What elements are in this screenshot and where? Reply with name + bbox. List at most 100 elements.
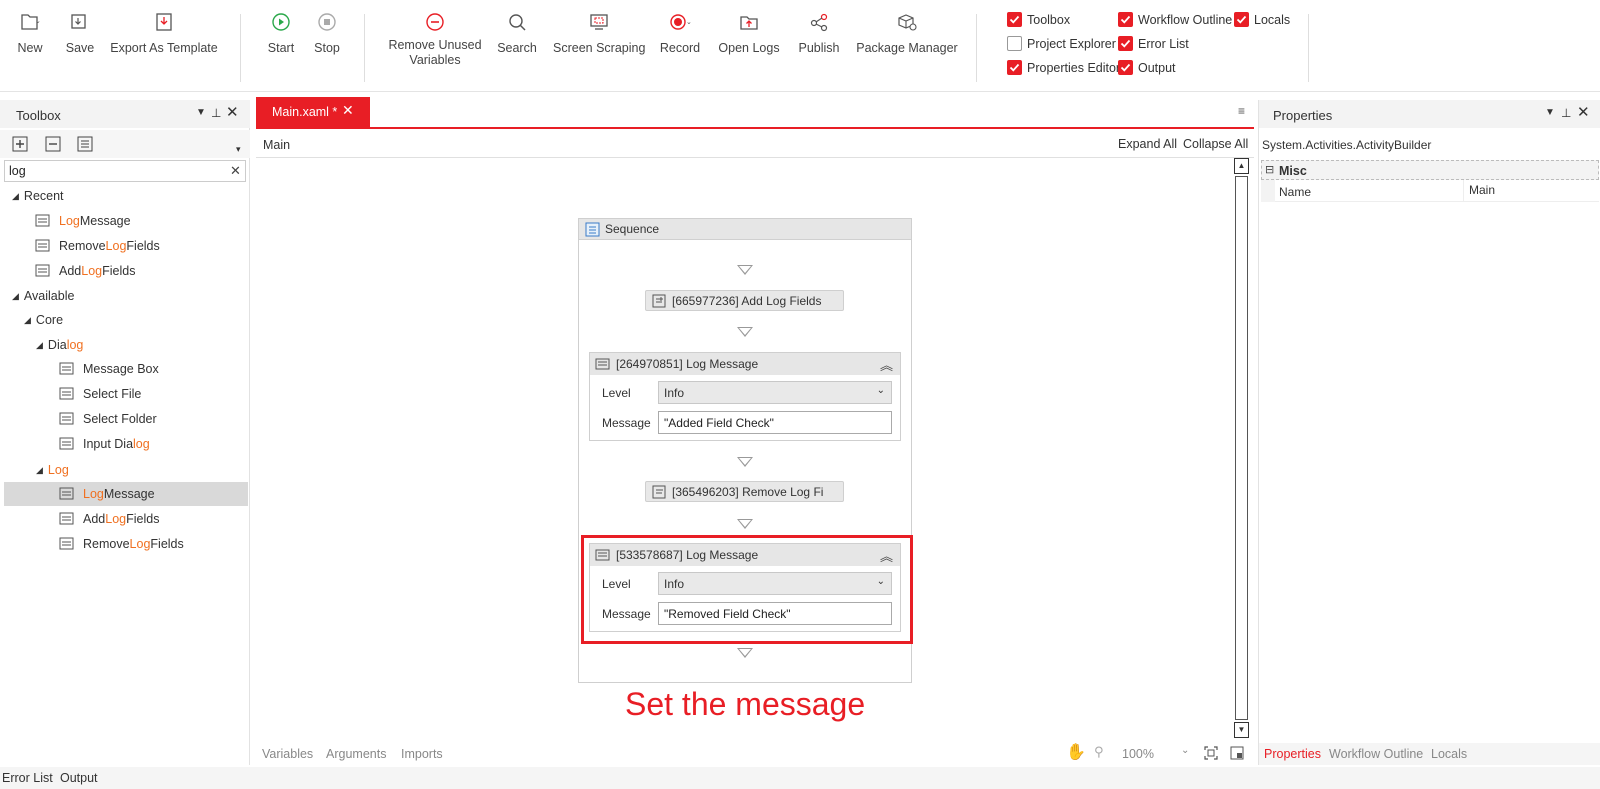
- drop-arrow-icon[interactable]: [737, 648, 753, 658]
- sequence-icon: [585, 222, 600, 237]
- clear-search-icon[interactable]: ✕: [230, 163, 241, 179]
- drop-arrow-icon[interactable]: [737, 327, 753, 337]
- drop-arrow-icon[interactable]: [737, 265, 753, 275]
- level-dropdown[interactable]: Info ⌄: [658, 572, 892, 595]
- log-message-activity[interactable]: [533578687] Log Message ︽ Level Info ⌄ M…: [589, 543, 901, 632]
- toolbox-activity-item[interactable]: Add Log Fields: [34, 259, 135, 283]
- search-button[interactable]: Search: [495, 0, 539, 56]
- vertical-scrollbar[interactable]: ▲ ▼: [1234, 158, 1249, 740]
- tab-overflow-icon[interactable]: ≡: [1238, 104, 1245, 118]
- log-message-activity[interactable]: [264970851] Log Message ︽ Level Info ⌄ M…: [589, 352, 901, 441]
- locals-tab[interactable]: Locals: [1431, 747, 1467, 761]
- zoom-dropdown-icon[interactable]: ⌄: [1181, 745, 1189, 756]
- collapse-chevron-icon[interactable]: ︽: [880, 355, 893, 374]
- workflow-outline-toggle[interactable]: Workflow Outline: [1118, 12, 1232, 27]
- expand-all-link[interactable]: Expand All: [1118, 137, 1177, 151]
- level-dropdown[interactable]: Info ⌄: [658, 381, 892, 404]
- toolbox-activity-item[interactable]: Input Dia log: [58, 432, 150, 456]
- toolbox-activity-item[interactable]: Select File: [58, 382, 141, 406]
- collapse-chevron-icon[interactable]: ︽: [880, 546, 893, 565]
- bottom-panel-tabs: Error List Output: [0, 767, 1600, 789]
- record-button[interactable]: ⌄ Record: [658, 0, 702, 56]
- collapse-category-icon[interactable]: ⊟: [1265, 163, 1274, 176]
- properties-editor-toggle[interactable]: Properties Editor: [1007, 60, 1120, 75]
- toolbox-activity-item[interactable]: Remove Log Fields: [34, 234, 160, 258]
- stop-button[interactable]: Stop: [306, 0, 348, 56]
- scroll-up-button[interactable]: ▲: [1234, 158, 1249, 174]
- zoom-level[interactable]: 100%: [1122, 747, 1154, 761]
- add-log-fields-activity[interactable]: [665977236] Add Log Fields: [645, 290, 844, 311]
- open-logs-button[interactable]: Open Logs: [716, 0, 782, 56]
- toolbox-activity-item[interactable]: Message Box: [58, 357, 159, 381]
- tree-group-available[interactable]: ◢ Available: [12, 284, 74, 308]
- tree-group-dialog[interactable]: ◢ Dia log: [36, 333, 83, 357]
- toolbox-activity-item[interactable]: Log Message: [58, 482, 155, 506]
- message-input[interactable]: "Removed Field Check": [658, 602, 892, 625]
- tab-close-icon[interactable]: ✕: [342, 102, 354, 119]
- designer-tab[interactable]: Main.xaml * ✕: [256, 97, 370, 127]
- log-message-header[interactable]: [264970851] Log Message ︽: [590, 353, 900, 375]
- overview-icon[interactable]: [1230, 746, 1244, 760]
- publish-button[interactable]: Publish: [795, 0, 843, 56]
- pin-icon[interactable]: ⊥: [1561, 106, 1571, 120]
- drop-arrow-icon[interactable]: [737, 457, 753, 467]
- level-value: Info: [664, 577, 685, 591]
- workflow-outline-tab[interactable]: Workflow Outline: [1329, 747, 1423, 761]
- tree-group-log[interactable]: ◢ Log: [36, 458, 69, 482]
- dropdown-icon[interactable]: ▼: [196, 107, 206, 118]
- error-list-tab[interactable]: Error List: [2, 771, 53, 785]
- toolbox-toggle[interactable]: Toolbox: [1007, 12, 1070, 27]
- message-input[interactable]: "Added Field Check": [658, 411, 892, 434]
- output-tab[interactable]: Output: [60, 771, 98, 785]
- collapse-all-icon[interactable]: [45, 136, 61, 152]
- project-explorer-toggle[interactable]: Project Explorer: [1007, 36, 1116, 51]
- sequence-header[interactable]: Sequence: [579, 219, 911, 240]
- list-view-icon[interactable]: [77, 136, 93, 152]
- close-icon[interactable]: ✕: [226, 103, 239, 121]
- package-manager-button[interactable]: Package Manager: [855, 0, 959, 56]
- output-toggle[interactable]: Output: [1118, 60, 1176, 75]
- scroll-thumb[interactable]: [1235, 176, 1248, 720]
- tree-group-recent[interactable]: ◢ Recent: [12, 184, 64, 208]
- expand-all-icon[interactable]: [12, 136, 28, 152]
- start-button[interactable]: Start: [260, 0, 302, 56]
- save-button[interactable]: Save: [60, 0, 100, 56]
- zoom-icon[interactable]: ⚲: [1094, 744, 1104, 760]
- variables-tab[interactable]: Variables: [262, 747, 313, 761]
- overflow-icon[interactable]: ▾: [236, 144, 241, 155]
- dialog-activity-icon: [58, 436, 75, 452]
- new-button[interactable]: ⌄ New: [10, 0, 50, 56]
- screen-scraping-button[interactable]: Screen Scraping: [553, 0, 645, 56]
- name-property-label: Name: [1279, 185, 1312, 199]
- misc-category-row[interactable]: ⊟ Misc: [1261, 160, 1599, 180]
- error-list-toggle[interactable]: Error List: [1118, 36, 1189, 51]
- scroll-down-button[interactable]: ▼: [1234, 722, 1249, 738]
- collapse-all-link[interactable]: Collapse All: [1183, 137, 1248, 151]
- toolbox-activity-item[interactable]: Select Folder: [58, 407, 157, 431]
- fit-to-screen-icon[interactable]: [1204, 746, 1218, 760]
- hand-tool-icon[interactable]: ✋: [1066, 742, 1086, 762]
- arguments-tab[interactable]: Arguments: [326, 747, 386, 761]
- close-icon[interactable]: ✕: [1577, 103, 1590, 121]
- export-template-button[interactable]: Export As Template: [110, 0, 218, 56]
- tree-group-core[interactable]: ◢ Core: [24, 308, 63, 332]
- breadcrumb[interactable]: Main: [263, 138, 290, 152]
- locals-toggle[interactable]: Locals: [1234, 12, 1290, 27]
- remove-log-fields-activity[interactable]: [365496203] Remove Log Fi: [645, 481, 844, 502]
- remove-unused-variables-button[interactable]: Remove Unused Variables: [385, 0, 485, 68]
- toolbox-activity-item[interactable]: Remove Log Fields: [58, 532, 184, 556]
- sequence-title: Sequence: [605, 222, 660, 236]
- log-group-label: Log: [47, 463, 69, 477]
- toolbox-activity-item[interactable]: Add Log Fields: [58, 507, 159, 531]
- toolbox-search-input[interactable]: log: [9, 164, 26, 178]
- name-property-value[interactable]: Main: [1469, 183, 1495, 197]
- toolbox-activity-item[interactable]: Log Message: [34, 209, 131, 233]
- log-message-header[interactable]: [533578687] Log Message ︽: [590, 544, 900, 566]
- pin-icon[interactable]: ⊥: [211, 106, 221, 120]
- dropdown-icon[interactable]: ▼: [1545, 107, 1555, 118]
- properties-tab[interactable]: Properties: [1264, 747, 1321, 761]
- drop-arrow-icon[interactable]: [737, 519, 753, 529]
- imports-tab[interactable]: Imports: [401, 747, 443, 761]
- toolbox-search-box[interactable]: log ✕: [4, 160, 246, 182]
- property-row[interactable]: Name Main: [1261, 180, 1599, 202]
